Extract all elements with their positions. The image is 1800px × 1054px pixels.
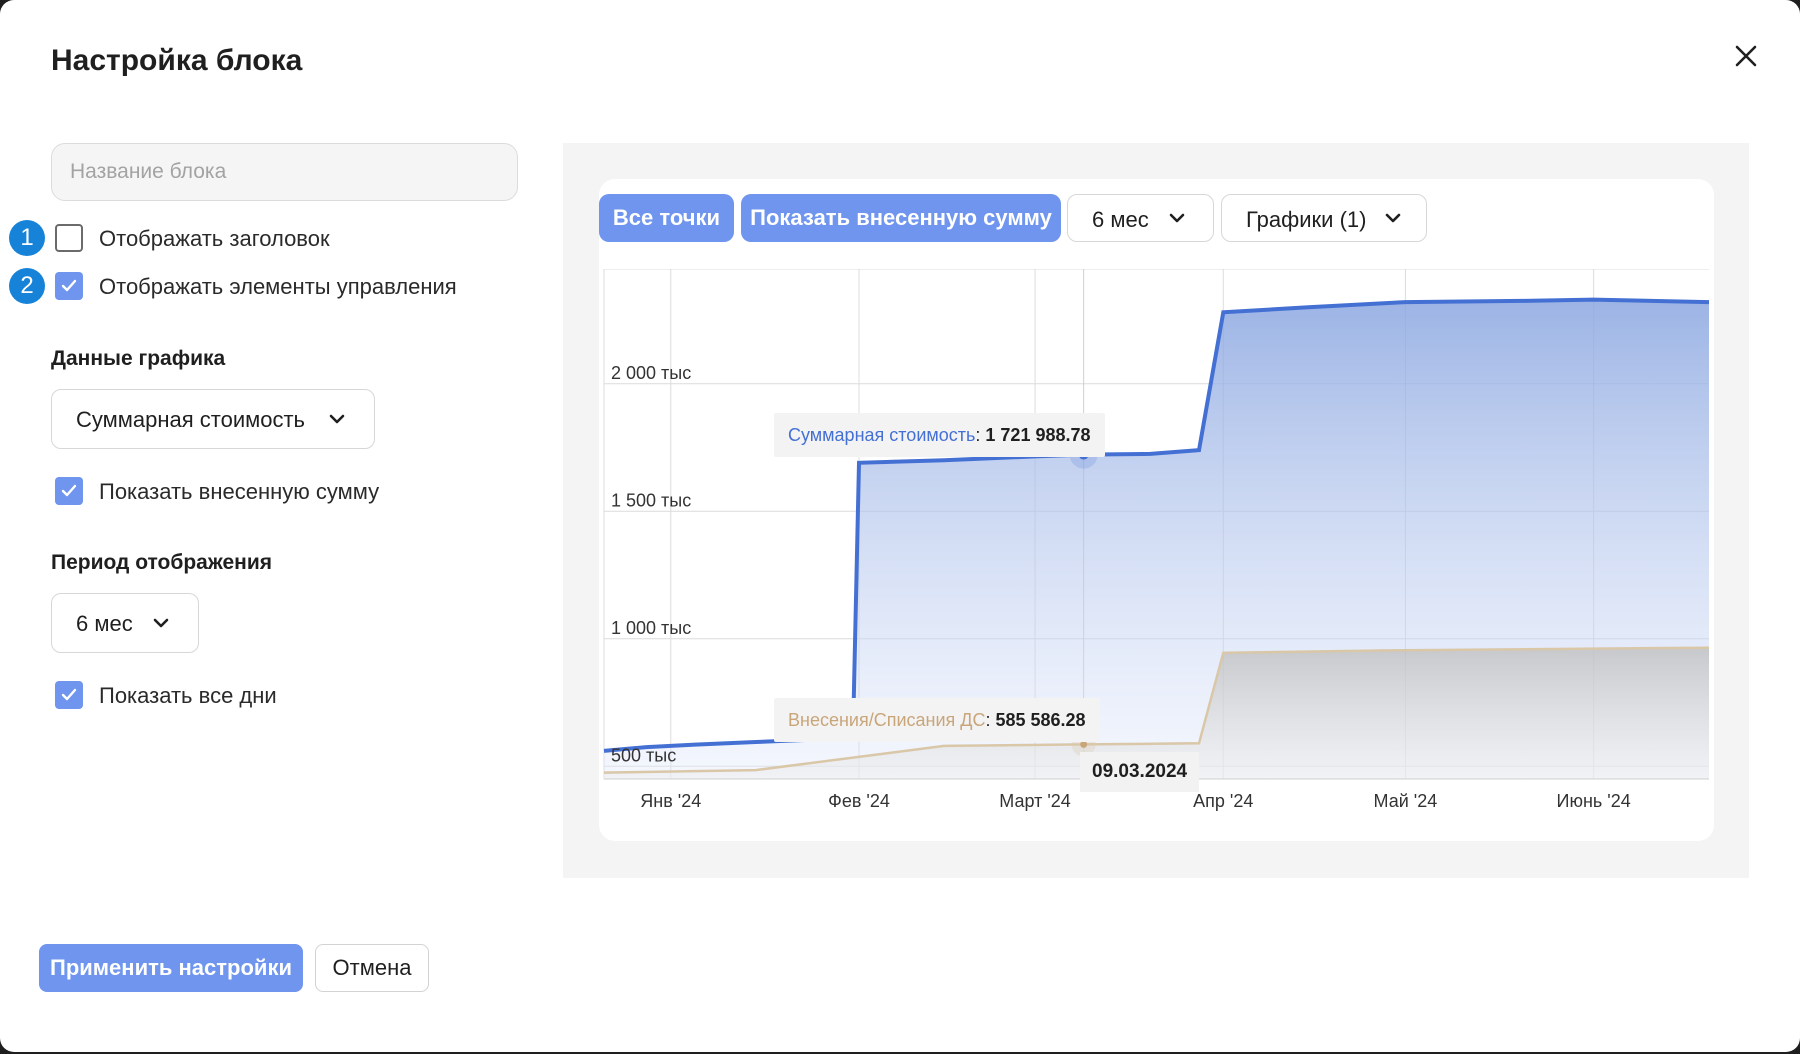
period-select-value: 6 мес [76, 611, 133, 636]
charts-button[interactable]: Графики (1) [1221, 194, 1427, 242]
chart-data-select[interactable]: Суммарная стоимость [51, 389, 375, 449]
show-contributed-checkbox[interactable] [55, 477, 83, 505]
tooltip-series-1: Суммарная стоимость: 1 721 988.78 [774, 413, 1105, 457]
preview-card: Все точки Показать внесенную сумму 6 мес… [599, 179, 1714, 841]
y-tick-label: 1 000 тыс [611, 618, 691, 638]
all-points-button[interactable]: Все точки [599, 194, 734, 242]
tooltip-series-2: Внесения/Списания ДС: 585 586.28 [774, 698, 1100, 742]
step-badge-2: 2 [9, 268, 45, 304]
chevron-down-icon [153, 618, 169, 628]
cancel-button[interactable]: Отмена [315, 944, 429, 992]
period-button[interactable]: 6 мес [1067, 194, 1214, 242]
tooltip-series-1-name: Суммарная стоимость [788, 425, 976, 445]
period-button-label: 6 мес [1092, 207, 1149, 232]
x-tick-label: Апр '24 [1193, 791, 1253, 811]
chart-data-label: Данные графика [51, 347, 226, 370]
chevron-down-icon [1169, 213, 1185, 223]
show-contributed-label: Показать внесенную сумму [99, 479, 380, 504]
x-tick-label: Янв '24 [640, 791, 701, 811]
show-contributed-button[interactable]: Показать внесенную сумму [741, 194, 1061, 242]
check-icon [61, 484, 77, 497]
x-tick-label: Фев '24 [828, 791, 890, 811]
y-tick-label: 1 500 тыс [611, 490, 691, 510]
tooltip-series-1-value: 1 721 988.78 [985, 425, 1091, 445]
close-icon[interactable] [1728, 38, 1764, 74]
check-icon [61, 688, 77, 701]
block-name-input[interactable] [51, 143, 518, 201]
show-controls-label: Отображать элементы управления [99, 274, 457, 299]
charts-button-label: Графики (1) [1246, 207, 1367, 232]
apply-settings-button[interactable]: Применить настройки [39, 944, 303, 992]
settings-dialog: Настройка блока 1 Отображать заголовок 2… [0, 0, 1800, 1052]
show-title-label: Отображать заголовок [99, 226, 330, 251]
chevron-down-icon [1385, 213, 1401, 223]
x-tick-label: Май '24 [1374, 791, 1438, 811]
period-label: Период отображения [51, 551, 272, 574]
y-tick-label: 500 тыс [611, 745, 676, 765]
x-tick-label: Июнь '24 [1557, 791, 1631, 811]
block-preview: Все точки Показать внесенную сумму 6 мес… [563, 143, 1749, 878]
period-select[interactable]: 6 мес [51, 593, 199, 653]
tooltip-date: 09.03.2024 [1080, 752, 1200, 792]
x-tick-label: Март '24 [999, 791, 1071, 811]
show-all-days-label: Показать все дни [99, 683, 277, 708]
tooltip-series-2-value: 585 586.28 [995, 710, 1086, 730]
chevron-down-icon [329, 414, 345, 424]
step-badge-1: 1 [9, 220, 45, 256]
show-controls-checkbox[interactable] [55, 272, 83, 300]
tooltip-series-2-name: Внесения/Списания ДС [788, 710, 986, 730]
y-tick-label: 2 000 тыс [611, 363, 691, 383]
show-title-checkbox[interactable] [55, 224, 83, 252]
dialog-title: Настройка блока [51, 44, 303, 77]
chart-data-select-value: Суммарная стоимость [76, 407, 306, 432]
check-icon [61, 279, 77, 292]
show-all-days-checkbox[interactable] [55, 681, 83, 709]
